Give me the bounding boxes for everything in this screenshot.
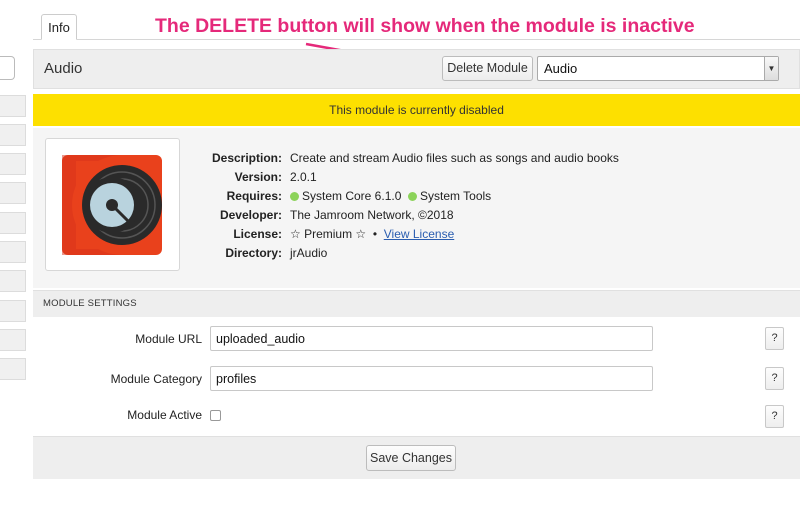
- sidebar-item[interactable]: [0, 241, 26, 263]
- info-label: Version:: [234, 170, 282, 184]
- info-version-row: Version: 2.0.1: [183, 168, 783, 186]
- sidebar-item[interactable]: [0, 212, 26, 234]
- info-label: Description:: [211, 151, 282, 165]
- info-requires-value: System Core 6.1.0 System Tools: [290, 187, 491, 205]
- module-active-checkbox[interactable]: [210, 410, 221, 421]
- module-select[interactable]: Audio ▼: [537, 56, 779, 81]
- info-version-value: 2.0.1: [290, 170, 317, 184]
- disabled-notice: This module is currently disabled: [33, 94, 800, 126]
- module-category-input[interactable]: [210, 366, 653, 391]
- module-url-label: Module URL: [135, 332, 202, 346]
- tab-info[interactable]: Info: [41, 14, 77, 40]
- sidebar-item[interactable]: [0, 300, 26, 322]
- requires-item: System Tools: [420, 189, 492, 203]
- chevron-down-icon: ▼: [764, 57, 778, 80]
- license-type: ☆ Premium ☆: [290, 227, 367, 241]
- info-label: Developer:: [219, 208, 282, 222]
- help-button[interactable]: ?: [765, 367, 784, 390]
- module-select-value: Audio: [544, 61, 578, 76]
- module-title: Audio: [44, 60, 83, 77]
- save-bar: Save Changes: [33, 436, 800, 479]
- sidebar-item[interactable]: [0, 270, 26, 292]
- help-button[interactable]: ?: [765, 327, 784, 350]
- status-dot-icon: [290, 192, 299, 201]
- module-url-input[interactable]: [210, 326, 653, 351]
- module-category-label: Module Category: [110, 372, 202, 386]
- info-directory-value: jrAudio: [290, 246, 328, 260]
- sidebar-item[interactable]: [0, 124, 26, 146]
- sidebar-search-input[interactable]: [0, 56, 15, 80]
- annotation-text: The DELETE button will show when the mod…: [155, 15, 695, 37]
- module-info-panel: Description: Create and stream Audio file…: [33, 128, 800, 288]
- sidebar-item[interactable]: [0, 329, 26, 351]
- info-description-row: Description: Create and stream Audio file…: [183, 149, 783, 167]
- status-dot-icon: [408, 192, 418, 201]
- info-description-value: Create and stream Audio files such as so…: [290, 151, 619, 165]
- module-icon-frame: [45, 138, 180, 271]
- info-developer-value: The Jamroom Network, ©2018: [290, 208, 454, 222]
- module-header: Audio Delete Module Audio ▼: [33, 49, 800, 89]
- module-active-label: Module Active: [127, 408, 202, 422]
- info-developer-row: Developer: The Jamroom Network, ©2018: [183, 206, 783, 224]
- audio-module-icon: [62, 155, 162, 255]
- sidebar-item[interactable]: [0, 182, 26, 204]
- info-label: License:: [233, 227, 282, 241]
- info-label: Directory:: [225, 246, 282, 260]
- requires-item: System Core 6.1.0: [302, 189, 402, 203]
- info-license-value: ☆ Premium ☆ • View License: [290, 225, 454, 243]
- view-license-link[interactable]: View License: [384, 227, 455, 241]
- sidebar-item[interactable]: [0, 153, 26, 175]
- sidebar: [0, 0, 28, 519]
- sidebar-item[interactable]: [0, 358, 26, 380]
- save-changes-button[interactable]: Save Changes: [366, 445, 456, 471]
- info-requires-row: Requires: System Core 6.1.0 System Tools: [183, 187, 783, 205]
- help-button[interactable]: ?: [765, 405, 784, 428]
- info-label: Requires:: [226, 189, 282, 203]
- sidebar-item[interactable]: [0, 95, 26, 117]
- info-directory-row: Directory: jrAudio: [183, 244, 783, 262]
- separator: •: [372, 227, 378, 241]
- module-settings-header: MODULE SETTINGS: [33, 290, 800, 317]
- delete-module-button[interactable]: Delete Module: [442, 56, 533, 81]
- info-license-row: License: ☆ Premium ☆ • View License: [183, 225, 783, 243]
